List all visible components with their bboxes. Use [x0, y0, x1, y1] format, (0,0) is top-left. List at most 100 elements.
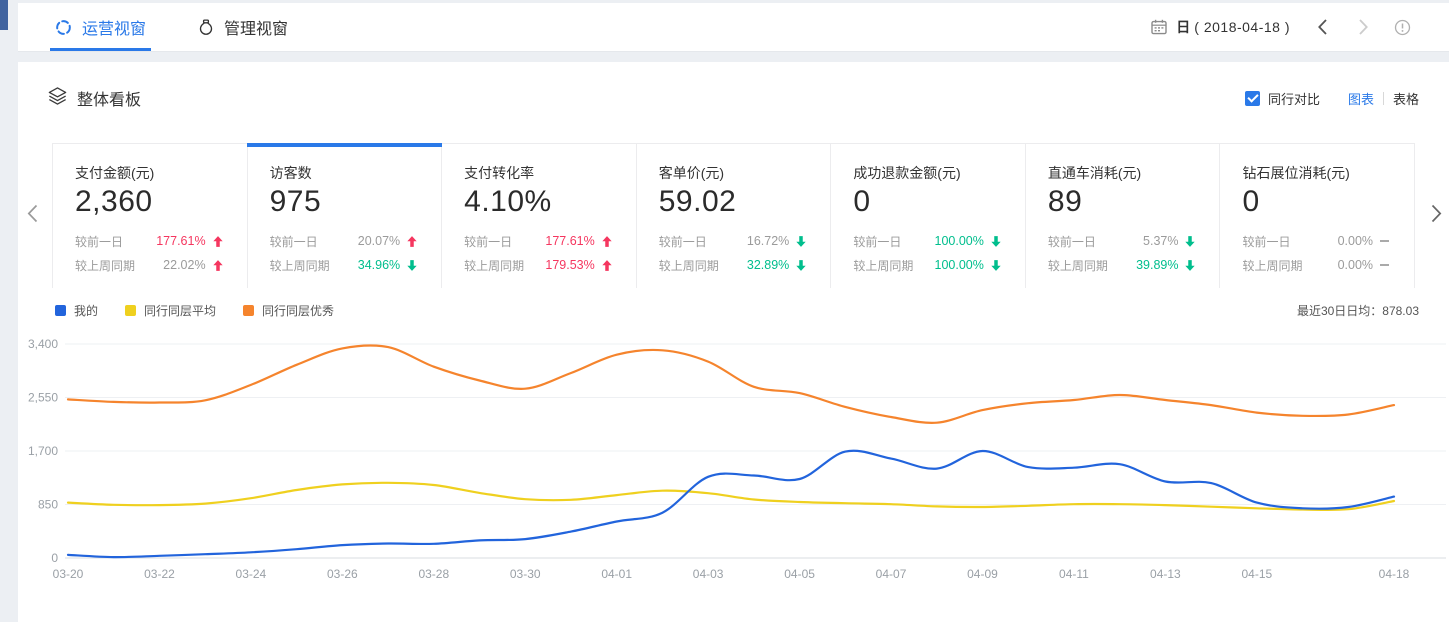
- compare-row: 较前一日 100.00%: [853, 233, 1003, 250]
- svg-text:03-30: 03-30: [510, 567, 541, 581]
- view-toggle-table[interactable]: 表格: [1393, 89, 1419, 108]
- tab-label: 运营视窗: [82, 15, 146, 39]
- legend-item-2[interactable]: 同行同层平均: [125, 302, 216, 319]
- metric-card-5[interactable]: 成功退款金额(元) 0 较前一日 100.00% 较上周同期 100.00%: [831, 144, 1026, 288]
- svg-text:04-13: 04-13: [1150, 567, 1181, 581]
- svg-text:04-09: 04-09: [967, 567, 998, 581]
- metric-compare-rows: 较前一日 16.72% 较上周同期 32.89%: [659, 233, 809, 274]
- svg-text:03-24: 03-24: [236, 567, 267, 581]
- svg-text:3,400: 3,400: [28, 337, 58, 351]
- tab-operation-view[interactable]: 运营视窗: [55, 3, 146, 51]
- legend-item-1[interactable]: 我的: [55, 302, 98, 319]
- svg-text:04-03: 04-03: [693, 567, 724, 581]
- compare-row: 较前一日 20.07%: [270, 233, 420, 250]
- metric-title: 钻石展位消耗(元): [1242, 163, 1392, 183]
- metric-card-1[interactable]: 支付金额(元) 2,360 较前一日 177.61% 较上周同期 22.02%: [53, 144, 248, 288]
- compare-row: 较前一日 5.37%: [1048, 233, 1198, 250]
- metric-card-6[interactable]: 直通车消耗(元) 89 较前一日 5.37% 较上周同期 39.89%: [1026, 144, 1221, 288]
- metric-compare-rows: 较前一日 5.37% 较上周同期 39.89%: [1048, 233, 1198, 274]
- compare-row: 较前一日 177.61%: [464, 233, 614, 250]
- compare-row-label: 较前一日: [270, 233, 318, 250]
- trend-arrow-icon: [602, 260, 614, 271]
- metric-title: 直通车消耗(元): [1048, 163, 1198, 183]
- trend-arrow-icon: [1185, 236, 1197, 247]
- compare-row-label: 较前一日: [853, 233, 901, 250]
- compare-row: 较上周同期 0.00%: [1242, 257, 1392, 274]
- compare-row-value: 20.07%: [358, 234, 400, 248]
- info-icon[interactable]: [1394, 19, 1411, 36]
- compare-row-value: 100.00%: [935, 258, 984, 272]
- legend-label: 同行同层优秀: [262, 302, 334, 319]
- metric-value: 4.10%: [464, 185, 614, 220]
- view-tabs: 运营视窗 管理视窗: [18, 3, 288, 51]
- legend-label: 同行同层平均: [144, 302, 216, 319]
- metric-compare-rows: 较前一日 20.07% 较上周同期 34.96%: [270, 233, 420, 274]
- svg-text:03-22: 03-22: [144, 567, 175, 581]
- metric-title: 支付金额(元): [75, 163, 225, 183]
- operation-view-icon: [55, 19, 72, 36]
- peer-compare-checkbox[interactable]: [1245, 91, 1260, 106]
- metric-title: 支付转化率: [464, 163, 614, 183]
- cards-next-icon[interactable]: [1431, 204, 1442, 223]
- compare-row-label: 较上周同期: [853, 257, 913, 274]
- svg-text:850: 850: [38, 498, 58, 512]
- date-controls: 日 ( 2018-04-18 ): [1151, 3, 1449, 51]
- trend-arrow-icon: [407, 260, 419, 271]
- compare-row-value: 0.00%: [1338, 234, 1373, 248]
- layers-icon: [48, 87, 67, 110]
- metric-compare-rows: 较前一日 100.00% 较上周同期 100.00%: [853, 233, 1003, 274]
- window-edge-fragment: [0, 0, 8, 30]
- compare-row: 较前一日 177.61%: [75, 233, 225, 250]
- metric-value: 0: [1242, 185, 1392, 220]
- metric-cards: 支付金额(元) 2,360 较前一日 177.61% 较上周同期 22.02% …: [52, 143, 1415, 288]
- compare-row-label: 较上周同期: [1048, 257, 1108, 274]
- panel-title: 整体看板: [77, 86, 141, 110]
- trend-arrow-icon: [991, 260, 1003, 271]
- trend-arrow-icon: [796, 236, 808, 247]
- compare-row-label: 较上周同期: [464, 257, 524, 274]
- metric-card-7[interactable]: 钻石展位消耗(元) 0 较前一日 0.00% 较上周同期 0.00%: [1220, 144, 1415, 288]
- metric-card-4[interactable]: 客单价(元) 59.02 较前一日 16.72% 较上周同期 32.89%: [637, 144, 832, 288]
- svg-text:04-11: 04-11: [1059, 567, 1089, 581]
- metric-card-3[interactable]: 支付转化率 4.10% 较前一日 177.61% 较上周同期 179.53%: [442, 144, 637, 288]
- compare-row-label: 较上周同期: [659, 257, 719, 274]
- metric-compare-rows: 较前一日 177.61% 较上周同期 179.53%: [464, 233, 614, 274]
- analytics-dashboard: 运营视窗 管理视窗 日 ( 2018-04-18 ): [0, 0, 1449, 622]
- svg-text:03-28: 03-28: [418, 567, 449, 581]
- metric-card-2[interactable]: 访客数 975 较前一日 20.07% 较上周同期 34.96%: [248, 144, 443, 288]
- prev-date-button[interactable]: [1318, 19, 1327, 35]
- compare-row-label: 较上周同期: [75, 257, 135, 274]
- compare-row-value: 22.02%: [163, 258, 205, 272]
- compare-row-value: 177.61%: [545, 234, 594, 248]
- trend-arrow-icon: [213, 236, 225, 247]
- date-granularity: 日: [1176, 17, 1190, 37]
- svg-text:04-07: 04-07: [876, 567, 907, 581]
- legend-swatch: [243, 305, 254, 316]
- metric-value: 2,360: [75, 185, 225, 220]
- svg-text:2,550: 2,550: [28, 391, 58, 405]
- legend-label: 我的: [74, 302, 98, 319]
- trend-chart: 08501,7002,5503,40003-2003-2203-2403-260…: [18, 330, 1449, 592]
- compare-row-label: 较前一日: [1048, 233, 1096, 250]
- cards-prev-icon[interactable]: [27, 204, 38, 223]
- compare-row-value: 100.00%: [935, 234, 984, 248]
- trend-arrow-icon: [1380, 240, 1392, 242]
- trend-arrow-icon: [1185, 260, 1197, 271]
- svg-text:0: 0: [51, 551, 58, 565]
- svg-text:04-15: 04-15: [1241, 567, 1272, 581]
- calendar-icon[interactable]: [1151, 19, 1167, 35]
- next-date-button[interactable]: [1359, 19, 1368, 35]
- legend-item-3[interactable]: 同行同层优秀: [243, 302, 334, 319]
- compare-row-value: 16.72%: [747, 234, 789, 248]
- svg-text:04-01: 04-01: [601, 567, 632, 581]
- flat-dash-icon: [1380, 264, 1389, 266]
- compare-row-value: 0.00%: [1338, 258, 1373, 272]
- metric-compare-rows: 较前一日 177.61% 较上周同期 22.02%: [75, 233, 225, 274]
- legend-swatch: [55, 305, 66, 316]
- compare-row-label: 较前一日: [1242, 233, 1290, 250]
- compare-row-value: 32.89%: [747, 258, 789, 272]
- metric-value: 59.02: [659, 185, 809, 220]
- tab-management-view[interactable]: 管理视窗: [198, 3, 288, 51]
- view-toggle-chart[interactable]: 图表: [1348, 89, 1374, 108]
- svg-text:04-18: 04-18: [1379, 567, 1410, 581]
